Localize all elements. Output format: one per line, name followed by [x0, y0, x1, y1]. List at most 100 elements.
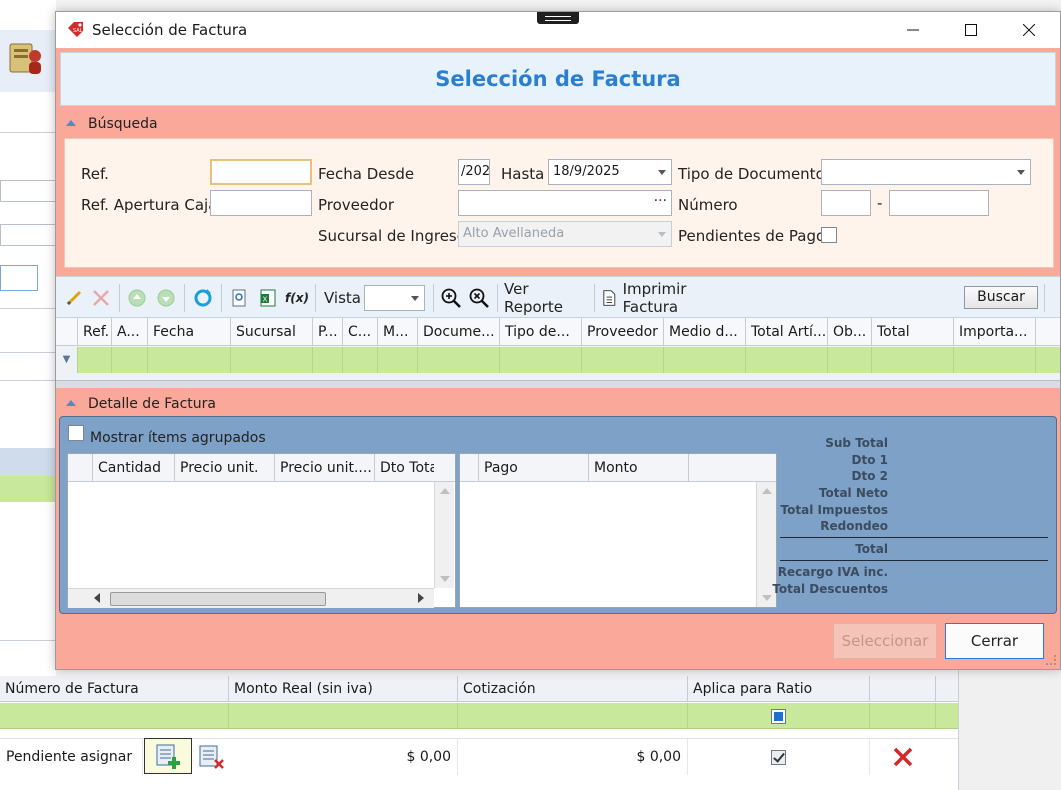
filter-cell[interactable] [828, 347, 872, 373]
grid-filter-row[interactable] [0, 703, 958, 729]
filter-icon[interactable]: ▼ [56, 347, 78, 373]
proveedor-input[interactable]: ··· [458, 190, 672, 216]
filter-cell[interactable] [872, 347, 954, 373]
filter-cell[interactable] [229, 703, 458, 729]
filter-cell[interactable] [870, 703, 936, 729]
delete-button[interactable] [89, 285, 113, 311]
refresh-button[interactable] [190, 285, 216, 311]
filter-cell[interactable] [231, 347, 313, 373]
formula-button[interactable]: f(x) [285, 285, 309, 311]
vista-select[interactable] [364, 285, 425, 311]
snap-grip[interactable] [537, 12, 579, 24]
filter-cell[interactable] [343, 347, 378, 373]
chevron-down-icon[interactable] [658, 170, 666, 175]
minimize-button[interactable] [884, 12, 942, 48]
column-aplica-ratio[interactable]: Aplica para Ratio [688, 676, 870, 702]
scroll-thumb[interactable] [110, 592, 326, 606]
column-proveedor[interactable]: Proveedor [582, 318, 664, 346]
buscar-button[interactable]: Buscar [964, 286, 1038, 309]
filter-cell[interactable] [112, 347, 148, 373]
filter-cell[interactable] [0, 703, 229, 729]
column-numero-factura[interactable]: Número de Factura [0, 676, 229, 702]
title-bar[interactable]: SALE Selección de Factura [56, 12, 1060, 48]
pendientes-pago-checkbox[interactable] [821, 227, 837, 243]
column-sucursal[interactable]: Sucursal [231, 318, 313, 346]
fecha-desde-input[interactable]: /202 [458, 159, 490, 185]
column-importa[interactable]: Importa... [954, 318, 1036, 346]
horizontal-scrollbar[interactable] [68, 588, 434, 608]
aplica-ratio-filter-checkbox[interactable] [771, 708, 786, 724]
filter-cell[interactable] [378, 347, 418, 373]
column-c[interactable]: C... [343, 318, 378, 346]
column-total-articulos[interactable]: Total Artí... [746, 318, 828, 346]
move-down-button[interactable] [154, 285, 178, 311]
cerrar-button[interactable]: Cerrar [945, 623, 1044, 659]
column-documento[interactable]: Docume... [418, 318, 500, 346]
column-dto-total[interactable]: Dto Tota [374, 454, 434, 482]
ver-reporte-button[interactable]: Ver Reporte [504, 280, 588, 316]
close-button[interactable] [1000, 12, 1058, 48]
background-combo[interactable] [0, 180, 58, 202]
vertical-scrollbar[interactable] [434, 482, 454, 588]
table-row[interactable]: Pendiente asignar $ 0,00 $ 0,00 [0, 738, 958, 775]
grid-filter-row[interactable]: ▼ [56, 347, 1060, 373]
scroll-down-icon[interactable] [440, 576, 450, 582]
filter-cell[interactable] [582, 347, 664, 373]
filter-cell[interactable] [954, 347, 1036, 373]
column-observaciones[interactable]: Ob... [828, 318, 872, 346]
edit-button[interactable] [62, 285, 86, 311]
column-total[interactable]: Total [872, 318, 954, 346]
filter-cell[interactable] [78, 347, 112, 373]
column-cotizacion[interactable]: Cotización [458, 676, 688, 702]
column-p[interactable]: P... [313, 318, 343, 346]
chevron-down-icon[interactable] [411, 296, 419, 301]
column-precio-unit-2[interactable]: Precio unit.... [274, 454, 374, 482]
filter-cell[interactable] [664, 347, 746, 373]
column-monto[interactable]: Monto [588, 454, 688, 482]
column-cantidad[interactable]: Cantidad [92, 454, 174, 482]
filter-cell[interactable] [313, 347, 343, 373]
filter-cell[interactable] [458, 703, 688, 729]
export-excel-button[interactable]: X [256, 285, 280, 311]
filter-cell[interactable] [148, 347, 231, 373]
detalle-section-title[interactable]: Detalle de Factura [66, 396, 216, 412]
resize-grip[interactable] [1046, 655, 1056, 665]
numero-input[interactable] [889, 190, 989, 216]
background-combo[interactable] [0, 224, 58, 246]
ref-apertura-input[interactable] [210, 190, 312, 216]
maximize-button[interactable] [942, 12, 1000, 48]
horizontal-scrollbar[interactable] [56, 380, 1060, 388]
preview-button[interactable] [227, 285, 251, 311]
move-up-button[interactable] [125, 285, 149, 311]
background-input[interactable] [0, 265, 38, 291]
zoom-out-button[interactable] [467, 285, 491, 311]
column-m[interactable]: M... [378, 318, 418, 346]
scroll-up-icon[interactable] [440, 488, 450, 494]
assign-invoice-button[interactable] [144, 738, 192, 774]
aplica-ratio-checkbox[interactable] [771, 749, 786, 765]
scroll-right-icon[interactable] [418, 593, 424, 603]
remove-invoice-button[interactable] [193, 739, 229, 775]
imprimir-factura-button[interactable]: Imprimir Factura [602, 280, 736, 316]
seleccionar-button[interactable]: Seleccionar [833, 623, 937, 659]
zoom-in-button[interactable] [439, 285, 463, 311]
mostrar-agrupados-checkbox[interactable] [68, 425, 84, 441]
column-medio[interactable]: Medio d... [664, 318, 746, 346]
column-tipo[interactable]: Tipo de... [500, 318, 582, 346]
ellipsis-button[interactable]: ··· [654, 191, 667, 213]
delete-row-button[interactable] [870, 739, 936, 775]
filter-cell[interactable] [418, 347, 500, 373]
column-pago[interactable]: Pago [478, 454, 588, 482]
column-monto-real[interactable]: Monto Real (sin iva) [229, 676, 458, 702]
filter-cell[interactable] [688, 703, 870, 729]
column-precio-unit[interactable]: Precio unit. [174, 454, 274, 482]
chevron-down-icon[interactable] [1017, 170, 1025, 175]
hasta-date-picker[interactable]: 18/9/2025 [548, 159, 672, 185]
column-a[interactable]: A... [112, 318, 148, 346]
numero-prefix-input[interactable] [821, 190, 871, 216]
scroll-left-icon[interactable] [94, 593, 100, 603]
ref-input[interactable] [210, 159, 312, 185]
background-grid-filter[interactable] [0, 476, 56, 502]
filter-cell[interactable] [500, 347, 582, 373]
tipo-documento-select[interactable] [821, 159, 1031, 185]
